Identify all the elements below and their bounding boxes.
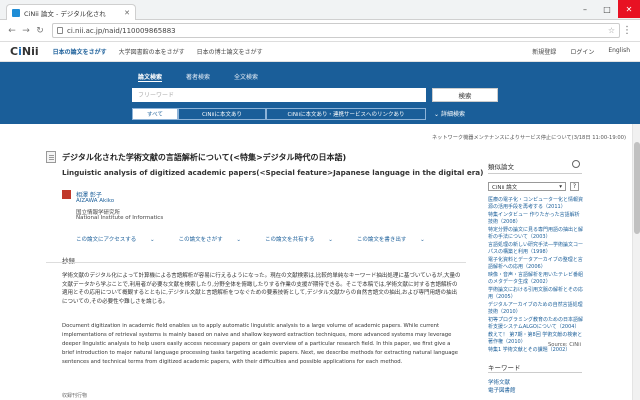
login-link[interactable]: ログイン [570, 47, 594, 56]
related-papers-list: 医療の電子化・コンピューター化と情報資源の活用手段を再考する（2011） 特集イ… [488, 197, 584, 356]
chevron-down-icon: ⌄ [149, 237, 155, 243]
share-article-link[interactable]: この論文を共有する ⌄ [265, 235, 345, 243]
export-article-label: この論文を書き出す [356, 237, 407, 243]
list-item[interactable]: 言語処理の新しい研究手法―学術論文コーパスの構築と利用（1998） [488, 242, 584, 255]
back-arrow-icon[interactable]: ← [6, 26, 18, 36]
register-link[interactable]: 新規登録 [532, 47, 556, 56]
keywords-heading: キーワード [488, 364, 521, 372]
address-bar: ← → ↻ ci.nii.ac.jp/naid/110009865883 ☆ ⋮ [0, 20, 640, 42]
nav-dissertations[interactable]: 日本の博士論文をさがす [197, 47, 263, 56]
divider [46, 262, 466, 263]
keyword-link[interactable]: 学術文献 [488, 380, 516, 388]
article-document-icon [46, 151, 56, 163]
tab-fulltext-search[interactable]: 全文検索 [234, 72, 258, 82]
browser-tab[interactable]: CiNii 論文 - デジタル化され ✕ [6, 4, 136, 20]
maximize-icon[interactable]: □ [596, 0, 618, 18]
related-papers-heading: 類似論文 [488, 163, 514, 171]
header-right-links: 新規登録 ログイン English [518, 47, 630, 56]
list-item[interactable]: デジタルアーカイブのための自然言語処理技術（2010） [488, 302, 584, 315]
list-item[interactable]: 映像・音声・言語解析を用いたテレビ番組のメタデータ生成（2002） [488, 272, 584, 285]
access-article-label: この論文にアクセスする [76, 237, 137, 243]
advanced-search-label: 詳細検索 [440, 111, 465, 118]
share-article-label: この論文を共有する [264, 237, 315, 243]
list-item[interactable]: 特定分野の論文に見る専門用語の抽出と解析の手法について（2003） [488, 227, 584, 240]
chevron-down-icon: ⌄ [236, 237, 241, 243]
article-actions: この論文にアクセスする ⌄ この論文をさがす ⌄ この論文を共有する ⌄ この論… [76, 235, 449, 243]
article-title-ja: デジタル化された学術文献の言語解析について(<特集>デジタル時代の日本語) [62, 153, 347, 162]
help-button[interactable]: ? [570, 182, 579, 191]
author-name-en[interactable]: AIZAWA Akiko [76, 198, 114, 204]
list-item[interactable]: 電子化資料とデータアーカイブの整理と言語解析への応用（2006） [488, 257, 584, 270]
filter-fulltext[interactable]: CiNiiに本文あり [178, 108, 266, 120]
window-close-icon[interactable]: ✕ [618, 0, 640, 18]
export-article-link[interactable]: この論文を書き出す ⌄ [357, 235, 437, 243]
url-text: ci.nii.ac.jp/naid/110009865883 [67, 26, 176, 35]
chevron-down-icon: ⌄ [328, 237, 333, 243]
abstract-heading: 抄録 [62, 257, 75, 265]
related-source-select[interactable]: CiNii 論文 ▾ [488, 182, 566, 191]
access-article-link[interactable]: この論文にアクセスする ⌄ [76, 235, 167, 243]
search-icon[interactable] [572, 160, 580, 168]
logo-part: Nii [21, 45, 39, 58]
author-icon [62, 190, 71, 199]
source-label: Source: CiNii [548, 342, 582, 348]
divider [488, 372, 582, 373]
forward-arrow-icon[interactable]: → [20, 26, 32, 36]
affiliation-en: National Institute of Informatics [76, 215, 164, 221]
advanced-search-link[interactable]: ⌄ 詳細検索 [434, 109, 465, 118]
reload-icon[interactable]: ↻ [34, 26, 46, 36]
find-article-label: この論文をさがす [178, 237, 223, 243]
list-item[interactable]: 医療の電子化・コンピューター化と情報資源の活用手段を再考する（2011） [488, 197, 584, 210]
page-info-icon[interactable] [57, 27, 63, 34]
browser-tabbar: CiNii 論文 - デジタル化され ✕ – □ ✕ [0, 0, 640, 20]
window-controls: – □ ✕ [574, 0, 640, 18]
tab-article-search[interactable]: 論文検索 [138, 72, 163, 82]
abstract-ja: 学術文献のデジタル化によって計算機による言語解析が容易に行えるようになった。現在… [62, 273, 461, 305]
chevron-down-icon: ▾ [559, 183, 562, 190]
browser-menu-icon[interactable]: ⋮ [620, 25, 634, 36]
search-band: 論文検索 著者検索 全文検索 検索 すべて CiNiiに本文あり CiNiiに本… [0, 62, 640, 124]
nav-books[interactable]: 大学図書館の本をさがす [119, 47, 185, 56]
url-field[interactable]: ci.nii.ac.jp/naid/110009865883 ☆ [52, 23, 620, 38]
tab-author-search[interactable]: 著者検索 [186, 72, 210, 82]
maintenance-notice[interactable]: ネットワーク機器メンテナンスによりサービス停止について(3/18日 11:00-… [432, 134, 626, 141]
site-header: CiNii 日本の論文をさがす 大学図書館の本をさがす 日本の博士論文をさがす … [0, 42, 640, 62]
search-input[interactable] [132, 88, 426, 102]
nav-articles[interactable]: 日本の論文をさがす [53, 47, 107, 56]
logo-part: C [10, 45, 19, 58]
search-button[interactable]: 検索 [432, 88, 498, 102]
filter-all[interactable]: すべて [132, 108, 178, 120]
tab-title: CiNii 論文 - デジタル化され [24, 9, 106, 18]
search-tabs: 論文検索 著者検索 全文検索 [138, 72, 282, 82]
list-item[interactable]: 特集インタビュー 作りたかった言語解析技術（2008） [488, 212, 584, 225]
journal-heading: 収録刊行物 [62, 393, 88, 399]
chevron-down-icon: ⌄ [434, 111, 441, 118]
list-item[interactable]: 学術論文における引用文脈の解析とその応用（2005） [488, 287, 584, 300]
abstract-en: Document digitization in academic field … [62, 323, 459, 365]
scrollbar-thumb[interactable] [634, 142, 640, 234]
chevron-down-icon: ⌄ [420, 237, 425, 243]
keywords-list: 学術文献 電子図書館 [488, 380, 516, 395]
tab-close-icon[interactable]: ✕ [124, 9, 130, 17]
select-value: CiNii 論文 [492, 184, 518, 191]
page-scrollbar[interactable] [632, 124, 640, 400]
list-item[interactable]: 初等プログラミング教育のための日本語解析支援システムALGOについて（2004） [488, 317, 584, 330]
find-article-link[interactable]: この論文をさがす ⌄ [179, 235, 253, 243]
search-filters: すべて CiNiiに本文あり CiNiiに本文あり・連携サービスへのリンクあり [132, 108, 426, 120]
filter-fulltext-link[interactable]: CiNiiに本文あり・連携サービスへのリンクあり [266, 108, 426, 120]
cinii-favicon-icon [12, 8, 20, 17]
article-title-en: Linguistic analysis of digitized academi… [62, 168, 484, 177]
minimize-icon[interactable]: – [574, 0, 596, 18]
bookmark-star-icon[interactable]: ☆ [608, 26, 615, 35]
english-link[interactable]: English [608, 47, 630, 56]
keyword-link[interactable]: 電子図書館 [488, 388, 516, 396]
divider [488, 173, 582, 174]
cinii-logo[interactable]: CiNii [10, 45, 39, 58]
